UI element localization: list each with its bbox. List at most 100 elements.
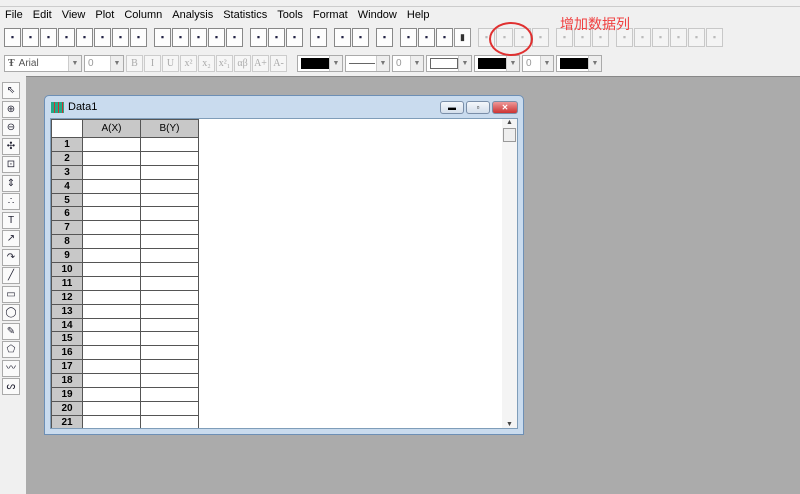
cell-b[interactable] — [140, 373, 199, 389]
cell-a[interactable] — [82, 275, 141, 291]
cell-b[interactable] — [140, 192, 199, 208]
cell-b[interactable] — [140, 359, 199, 375]
axis-break-button[interactable]: ▪ — [688, 27, 705, 47]
format-button-2[interactable]: U — [162, 54, 179, 72]
region-tool-icon[interactable]: ⬠ — [2, 341, 20, 358]
zoom-in-icon[interactable]: ⊕ — [2, 100, 20, 118]
results-log-button[interactable]: ▪ — [400, 27, 417, 47]
cell-b[interactable] — [140, 400, 199, 416]
menu-format[interactable]: Format — [308, 7, 353, 24]
maximize-button[interactable]: ▫ — [466, 101, 490, 114]
menu-plot[interactable]: Plot — [90, 7, 119, 24]
format-button-1[interactable]: I — [144, 54, 161, 72]
new-matrix-button[interactable]: ▪ — [76, 27, 93, 47]
import-multiple-button[interactable]: ▪ — [268, 27, 285, 47]
cell-b[interactable] — [140, 275, 199, 291]
cell-a[interactable] — [82, 373, 141, 389]
symbol-color-select[interactable]: ▼ — [556, 54, 602, 72]
cell-a[interactable] — [82, 178, 141, 194]
row-header[interactable]: 12 — [51, 289, 83, 305]
row-header[interactable]: 6 — [51, 206, 83, 222]
data-selector-icon[interactable]: ⊡ — [2, 156, 20, 173]
axis-break2-button[interactable]: ▪ — [706, 27, 723, 47]
menu-file[interactable]: File — [0, 7, 28, 24]
cell-a[interactable] — [82, 289, 141, 305]
row-header[interactable]: 5 — [51, 192, 83, 208]
worksheet-window[interactable]: Data1 ▬ ▫ ✕ A(X) B(Y) 1 2 3 4 5 6 7 8 9 10 11 12 13 14 1… — [44, 95, 524, 435]
cell-b[interactable] — [140, 137, 199, 152]
row-header[interactable]: 16 — [51, 345, 83, 361]
new-notes-button[interactable]: ▪ — [130, 27, 147, 47]
line-width-select[interactable]: 0 ▼ — [392, 54, 424, 72]
cell-a[interactable] — [82, 192, 141, 208]
cell-b[interactable] — [140, 220, 199, 236]
column-header[interactable]: A(X) — [82, 119, 141, 138]
new-graph-button[interactable]: ▪ — [58, 27, 75, 47]
row-header[interactable]: 21 — [51, 414, 83, 428]
font-size-select[interactable]: 0 ▼ — [84, 54, 124, 72]
fill-select[interactable]: ▼ — [426, 54, 472, 72]
cell-a[interactable] — [82, 317, 141, 333]
symbol-size-select[interactable]: 0 ▼ — [522, 54, 554, 72]
cell-a[interactable] — [82, 414, 141, 428]
menu-edit[interactable]: Edit — [28, 7, 57, 24]
row-header[interactable]: 18 — [51, 373, 83, 389]
cell-b[interactable] — [140, 262, 199, 277]
format-button-7[interactable]: A+ — [252, 54, 269, 72]
add-new-column-button[interactable]: ▮ — [454, 27, 471, 47]
row-header[interactable]: 7 — [51, 220, 83, 236]
menu-help[interactable]: Help — [402, 7, 435, 24]
axis-u-button[interactable]: ▪ — [652, 27, 669, 47]
row-header[interactable]: 15 — [51, 331, 83, 347]
row-header[interactable]: 4 — [51, 178, 83, 194]
cell-a[interactable] — [82, 248, 141, 264]
format-button-8[interactable]: A- — [270, 54, 287, 72]
font-select[interactable]: Ŧ Arial ▼ — [4, 54, 82, 72]
cell-a[interactable] — [82, 387, 141, 402]
cell-a[interactable] — [82, 220, 141, 236]
row-header[interactable]: 10 — [51, 262, 83, 277]
row-header[interactable]: 2 — [51, 150, 83, 166]
cell-a[interactable] — [82, 262, 141, 277]
cell-a[interactable] — [82, 150, 141, 166]
pointer-icon[interactable]: ⇖ — [2, 82, 20, 99]
cell-b[interactable] — [140, 331, 199, 347]
project-explorer-button[interactable]: ▪ — [376, 27, 393, 47]
print-button[interactable]: ▪ — [310, 27, 327, 47]
row-header[interactable]: 11 — [51, 275, 83, 291]
close-button[interactable]: ✕ — [492, 101, 518, 114]
cell-b[interactable] — [140, 248, 199, 264]
arrow-tool-icon[interactable]: ↗ — [2, 230, 20, 247]
color-select[interactable]: ▼ — [297, 54, 343, 72]
open-button[interactable]: ▪ — [154, 27, 171, 47]
axis-full-button[interactable]: ▪ — [670, 27, 687, 47]
cell-a[interactable] — [82, 234, 141, 250]
column-header[interactable]: B(Y) — [140, 119, 199, 138]
save-template-button[interactable]: ▪ — [226, 27, 243, 47]
polyline-tool-icon[interactable]: ✎ — [2, 322, 20, 340]
axis-box-button[interactable]: ▪ — [634, 27, 651, 47]
cell-b[interactable] — [140, 206, 199, 222]
scroll-up-arrow[interactable]: ▲ — [502, 119, 517, 126]
row-header[interactable]: 3 — [51, 164, 83, 180]
cell-a[interactable] — [82, 359, 141, 375]
curved-arrow-icon[interactable]: ↷ — [2, 248, 20, 266]
rescale-button[interactable]: ▪ — [532, 27, 549, 47]
script-window-button[interactable]: ▪ — [418, 27, 435, 47]
new-project-button[interactable]: ▪ — [4, 27, 21, 47]
duplicate-button[interactable]: ▪ — [334, 27, 351, 47]
line-style-select[interactable]: ▼ — [345, 54, 390, 72]
curve-tool-icon[interactable]: ᔕ — [2, 378, 20, 395]
cell-a[interactable] — [82, 303, 141, 319]
screen-reader-icon[interactable]: ✣ — [2, 137, 20, 155]
menu-column[interactable]: Column — [119, 7, 167, 24]
rectangle-tool-icon[interactable]: ▭ — [2, 285, 20, 303]
row-header[interactable]: 13 — [51, 303, 83, 319]
format-button-6[interactable]: αβ — [234, 54, 251, 72]
cell-b[interactable] — [140, 303, 199, 319]
row-header[interactable]: 14 — [51, 317, 83, 333]
menu-statistics[interactable]: Statistics — [218, 7, 272, 24]
data-reader-icon[interactable]: ⇕ — [2, 174, 20, 192]
save-project-button[interactable]: ▪ — [208, 27, 225, 47]
circle-tool-icon[interactable]: ◯ — [2, 304, 20, 321]
